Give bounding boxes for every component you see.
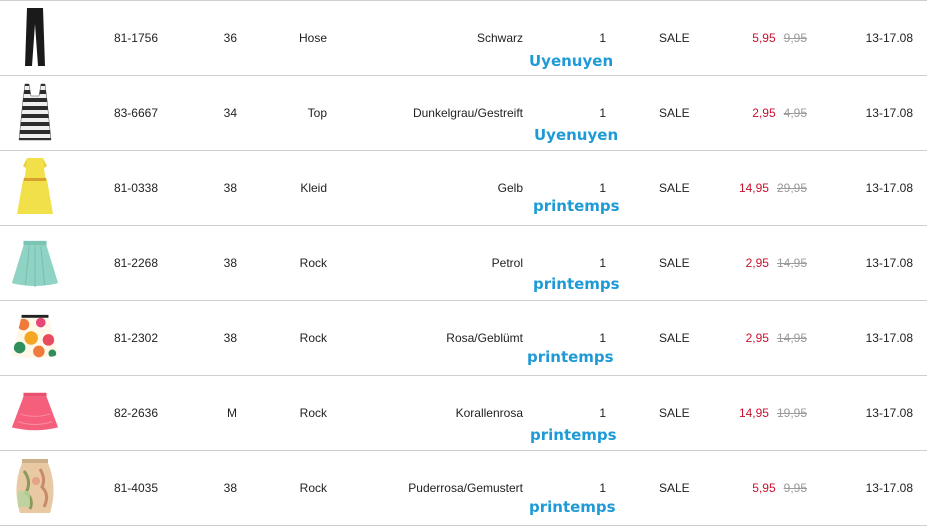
article-number: 81-1756 — [113, 31, 158, 45]
item-type: Rock — [299, 331, 327, 345]
item-color: Schwarz — [476, 31, 523, 45]
original-price: 14,95 — [776, 256, 807, 270]
item-color: Rosa/Geblümt — [446, 331, 523, 345]
status-badge: SALE — [659, 31, 690, 45]
table-row: 81-2302 38 Rock Rosa/Geblümt 1 SALE 2,95… — [0, 300, 927, 375]
table-row: 81-2268 38 Rock Petrol 1 SALE 2,95 14,95 … — [0, 225, 927, 300]
quantity: 1 — [599, 406, 606, 420]
coral-skirt-icon[interactable] — [10, 380, 60, 444]
item-type: Hose — [298, 31, 327, 45]
quantity: 1 — [599, 331, 606, 345]
sale-price: 5,95 — [752, 481, 776, 495]
item-type: Rock — [299, 406, 327, 420]
item-type: Rock — [299, 481, 327, 495]
size: 38 — [223, 331, 237, 345]
order-table: 81-1756 36 Hose Schwarz 1 SALE 5,95 9,95 … — [0, 0, 927, 526]
black-pants-icon[interactable] — [10, 5, 60, 69]
original-price: 14,95 — [776, 331, 807, 345]
patterned-skirt-icon[interactable] — [10, 455, 60, 519]
size: 38 — [223, 256, 237, 270]
quantity: 1 — [599, 481, 606, 495]
price: 2,95 14,95 — [746, 256, 807, 270]
price: 2,95 14,95 — [746, 331, 807, 345]
petrol-skirt-icon[interactable] — [10, 230, 60, 294]
status-badge: SALE — [659, 331, 690, 345]
floral-skirt-icon[interactable] — [10, 305, 60, 369]
watermark: printemps — [530, 426, 617, 444]
item-color: Petrol — [491, 256, 523, 270]
sale-dates: 13-17.08 — [865, 481, 913, 495]
article-number: 81-4035 — [113, 481, 158, 495]
sale-price: 2,95 — [745, 331, 769, 345]
article-number: 81-2268 — [113, 256, 158, 270]
quantity: 1 — [599, 31, 606, 45]
original-price: 9,95 — [783, 481, 807, 495]
price: 5,95 9,95 — [752, 31, 807, 45]
item-color: Korallenrosa — [455, 406, 523, 420]
quantity: 1 — [599, 181, 606, 195]
status-badge: SALE — [659, 181, 690, 195]
article-number: 81-0338 — [113, 181, 158, 195]
sale-dates: 13-17.08 — [865, 406, 913, 420]
watermark: Uyenuyen — [534, 126, 619, 144]
status-badge: SALE — [659, 481, 690, 495]
sale-price: 2,95 — [752, 106, 776, 120]
original-price: 19,95 — [776, 406, 807, 420]
sale-price: 5,95 — [752, 31, 776, 45]
size: 36 — [223, 31, 237, 45]
sale-price: 2,95 — [745, 256, 769, 270]
watermark: printemps — [533, 275, 620, 293]
item-type: Kleid — [300, 181, 327, 195]
item-type: Top — [307, 106, 327, 120]
size: 34 — [223, 106, 237, 120]
price: 2,95 4,95 — [752, 106, 807, 120]
sale-dates: 13-17.08 — [865, 331, 913, 345]
price: 14,95 19,95 — [739, 406, 807, 420]
original-price: 4,95 — [783, 106, 807, 120]
sale-dates: 13-17.08 — [865, 256, 913, 270]
item-color: Puderrosa/Gemustert — [408, 481, 523, 495]
status-badge: SALE — [659, 106, 690, 120]
striped-tank-top-icon[interactable] — [10, 80, 60, 144]
yellow-dress-icon[interactable] — [10, 155, 60, 219]
watermark: printemps — [529, 498, 616, 516]
article-number: 82-2636 — [113, 406, 158, 420]
item-color: Gelb — [497, 181, 523, 195]
watermark: printemps — [533, 197, 620, 215]
table-row: 82-2636 M Rock Korallenrosa 1 SALE 14,95… — [0, 375, 927, 450]
size: 38 — [223, 181, 237, 195]
article-number: 81-2302 — [113, 331, 158, 345]
size: M — [227, 406, 237, 420]
sale-price: 14,95 — [738, 406, 769, 420]
sale-dates: 13-17.08 — [865, 31, 913, 45]
quantity: 1 — [599, 106, 606, 120]
price: 14,95 29,95 — [739, 181, 807, 195]
sale-dates: 13-17.08 — [865, 181, 913, 195]
table-row: 81-1756 36 Hose Schwarz 1 SALE 5,95 9,95 … — [0, 0, 927, 75]
table-row: 83-6667 34 Top Dunkelgrau/Gestreift 1 SA… — [0, 75, 927, 150]
sale-price: 14,95 — [738, 181, 769, 195]
status-badge: SALE — [659, 406, 690, 420]
price: 5,95 9,95 — [752, 481, 807, 495]
item-color: Dunkelgrau/Gestreift — [412, 106, 523, 120]
quantity: 1 — [599, 256, 606, 270]
original-price: 29,95 — [776, 181, 807, 195]
sale-dates: 13-17.08 — [865, 106, 913, 120]
item-type: Rock — [299, 256, 327, 270]
status-badge: SALE — [659, 256, 690, 270]
table-row: 81-4035 38 Rock Puderrosa/Gemustert 1 SA… — [0, 450, 927, 526]
article-number: 83-6667 — [113, 106, 158, 120]
watermark: Uyenuyen — [529, 52, 614, 70]
size: 38 — [223, 481, 237, 495]
original-price: 9,95 — [783, 31, 807, 45]
watermark: printemps — [527, 348, 614, 366]
table-row: 81-0338 38 Kleid Gelb 1 SALE 14,95 29,95 … — [0, 150, 927, 225]
